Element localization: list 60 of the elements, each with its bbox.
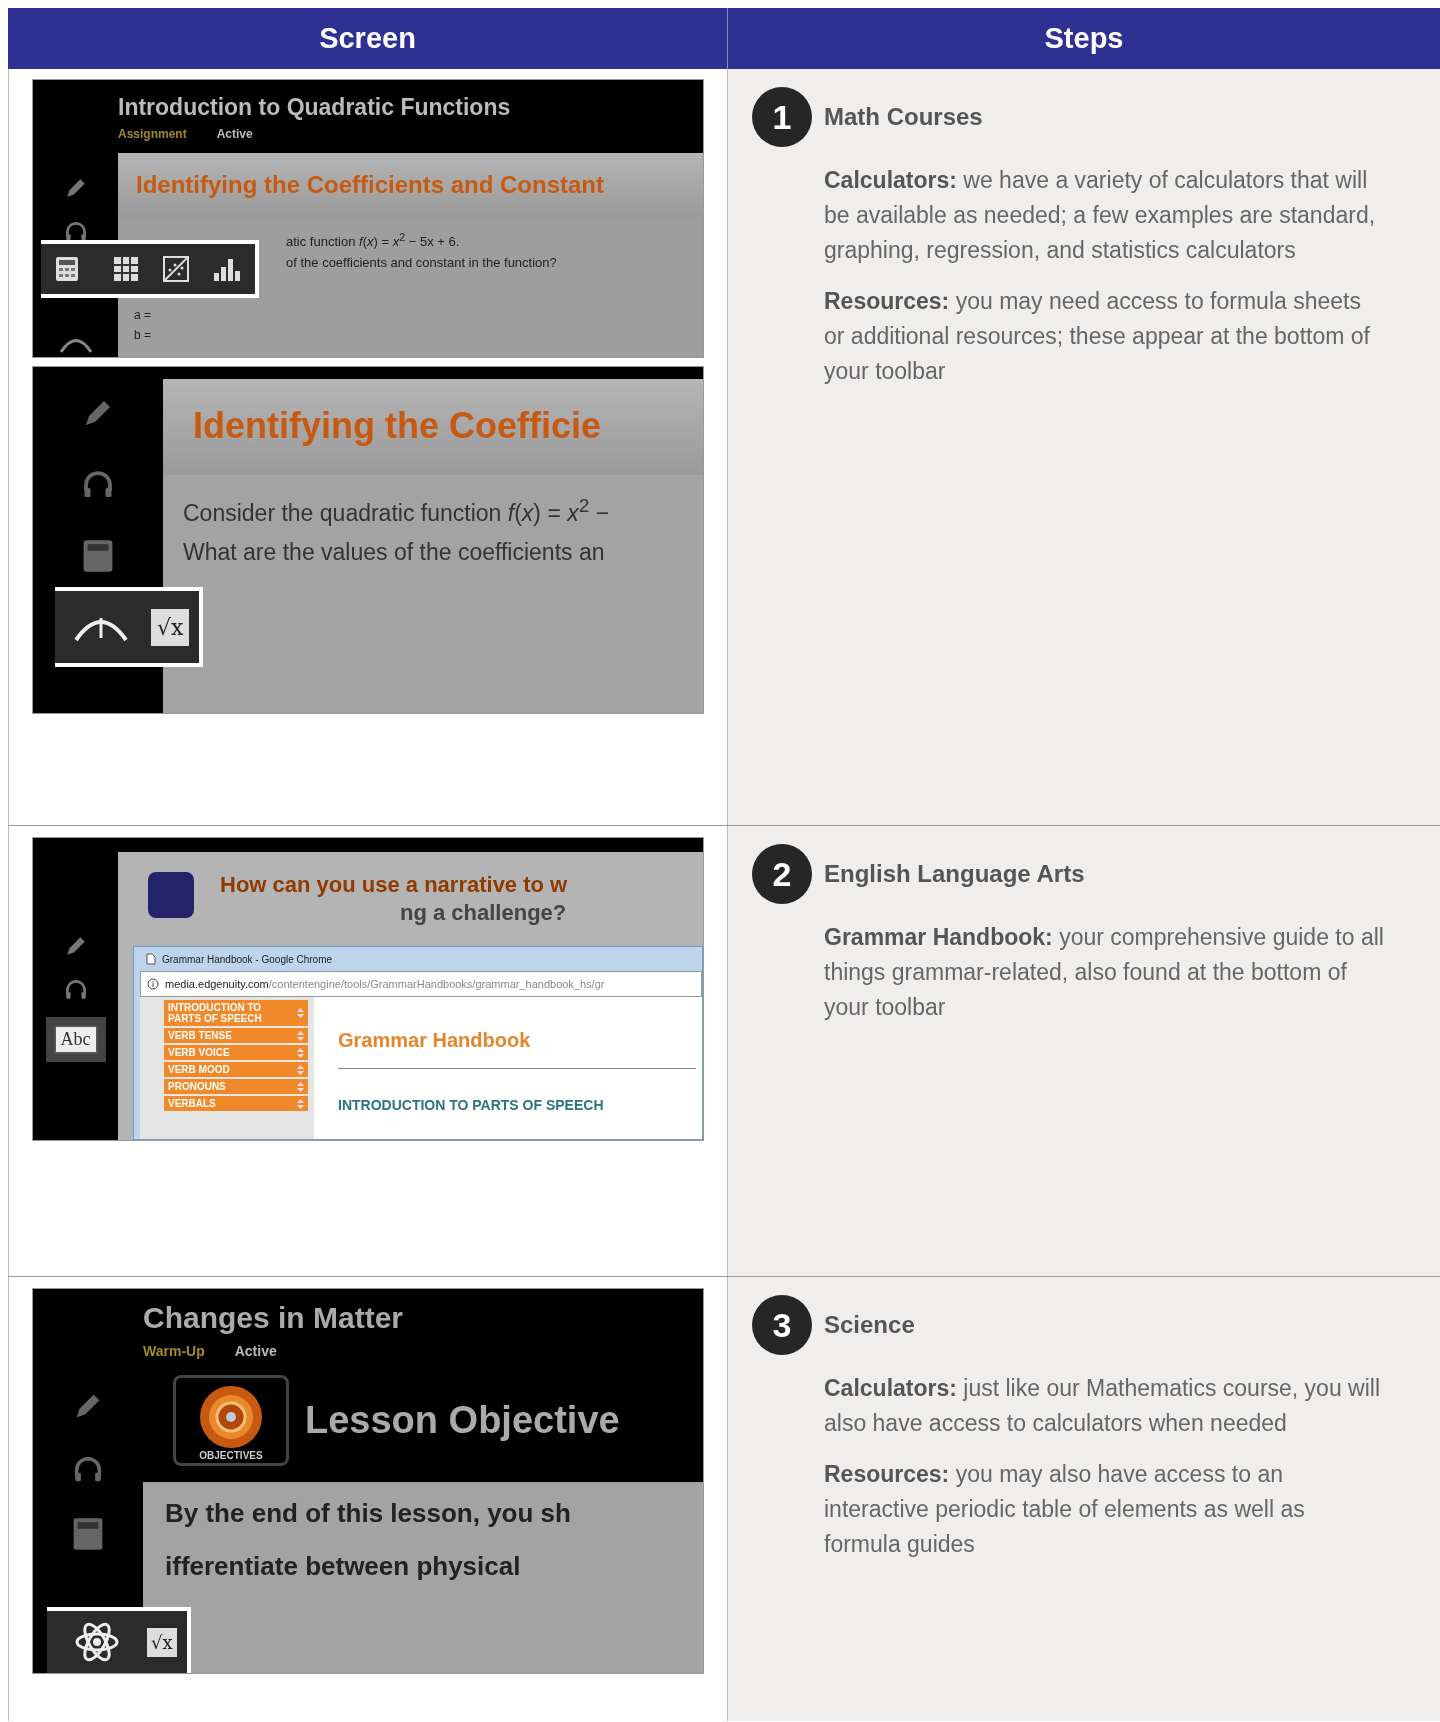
sort-arrows-icon: [297, 1081, 304, 1092]
target-icon: [198, 1384, 264, 1450]
sort-arrows-icon: [297, 1047, 304, 1058]
slide-heading: Lesson Objective: [305, 1399, 620, 1442]
nav-item[interactable]: INTRODUCTION TO PARTS OF SPEECH: [164, 1000, 308, 1026]
column-header: Screen: [318, 21, 417, 56]
question-text: atic function f(x) = x$^{2}$ − 5x + 6.: [286, 231, 461, 250]
address-bar[interactable]: media.edgenuity.com/contentengine/tools/GrammarHandbooks/grammar_handbook_hs/gr: [140, 971, 702, 997]
objective-text: By the end of this lesson, you sh: [165, 1498, 572, 1529]
nav-item[interactable]: VERBALS: [164, 1096, 308, 1111]
sort-arrows-icon: [297, 1098, 304, 1109]
question-text: Consider the quadratic function f(x) = x$^{2}$ −: [183, 495, 611, 527]
nav-item[interactable]: PRONOUNS: [164, 1079, 308, 1094]
nav-item[interactable]: VERB MOOD: [164, 1062, 308, 1077]
sort-arrows-icon: [297, 1030, 304, 1041]
answer-label: a =: [134, 308, 152, 323]
atom-icon[interactable]: [75, 1620, 119, 1664]
url-text: media.edgenuity.com/contentengine/tools/GrammarHandbooks/grammar_handbook_hs/gr: [165, 978, 605, 990]
sort-arrows-icon: [297, 1064, 304, 1075]
step-description: Grammar Handbook: your comprehensive guide to all things grammar-related, also found at the bottom of your toolbar: [824, 923, 1384, 1022]
nav-item[interactable]: VERB TENSE: [164, 1028, 308, 1043]
question-text: of the coefficients and constant in the function?: [286, 255, 558, 271]
slide-heading: Identifying the Coefficients and Constant: [136, 171, 604, 198]
page-icon: [146, 953, 156, 965]
calculator-icon: [72, 1517, 104, 1551]
section-title: INTRODUCTION TO PARTS OF SPEECH: [338, 1097, 605, 1113]
nav-item[interactable]: VERB VOICE: [164, 1045, 308, 1060]
objective-text: ifferentiate between physical: [165, 1551, 522, 1582]
lesson-title: Introduction to Quadratic Functions: [118, 93, 512, 121]
square-root-tool[interactable]: √x: [147, 1627, 177, 1657]
question-heading: How can you use a narrative to w: [220, 872, 568, 898]
step-number: 3: [752, 1295, 812, 1355]
slide-heading: Identifying the Coefficie: [193, 405, 602, 446]
step-title: English Language Arts: [824, 860, 1085, 888]
window-title: Grammar Handbook - Google Chrome: [162, 953, 333, 965]
square-root-tool[interactable]: √x: [151, 608, 190, 646]
lesson-status: Active: [234, 1343, 277, 1359]
step-title: Science: [824, 1311, 915, 1339]
bar-chart-icon[interactable]: [213, 257, 241, 281]
lesson-category: Warm-Up: [143, 1343, 205, 1359]
page-title: Grammar Handbook: [338, 1029, 696, 1069]
step-title: Math Courses: [824, 103, 983, 131]
step-number: 1: [752, 87, 812, 147]
info-icon: [147, 978, 159, 990]
scatter-plot-icon[interactable]: [163, 256, 189, 282]
step-description: Calculators: we have a variety of calculators that will be available as needed; a few examples are standard, graphing, regression, and statistics calculators: [824, 166, 1377, 265]
step-number: 2: [752, 844, 812, 904]
lesson-status: Active: [216, 127, 253, 141]
objectives-badge: OBJECTIVES: [173, 1375, 289, 1466]
lesson-category: Assignment: [118, 127, 187, 141]
answer-label: b =: [134, 328, 152, 343]
question-heading: ng a challenge?: [399, 900, 568, 926]
step-description: Resources: you may also have access to an interactive periodic table of elements as well as formula guides: [824, 1460, 1306, 1559]
question-text: What are the values of the coefficients an: [183, 538, 606, 566]
step-description: Resources: you may need access to formula sheets or additional resources; these appear at the bottom of your toolbar: [824, 287, 1371, 386]
calculator-icon: [82, 539, 114, 573]
sort-arrows-icon: [297, 1008, 304, 1018]
lesson-title: Changes in Matter: [142, 1300, 405, 1335]
step-description: Calculators: just like our Mathematics course, you will also have access to calculators when needed: [824, 1374, 1382, 1438]
grid-icon[interactable]: [113, 256, 139, 282]
